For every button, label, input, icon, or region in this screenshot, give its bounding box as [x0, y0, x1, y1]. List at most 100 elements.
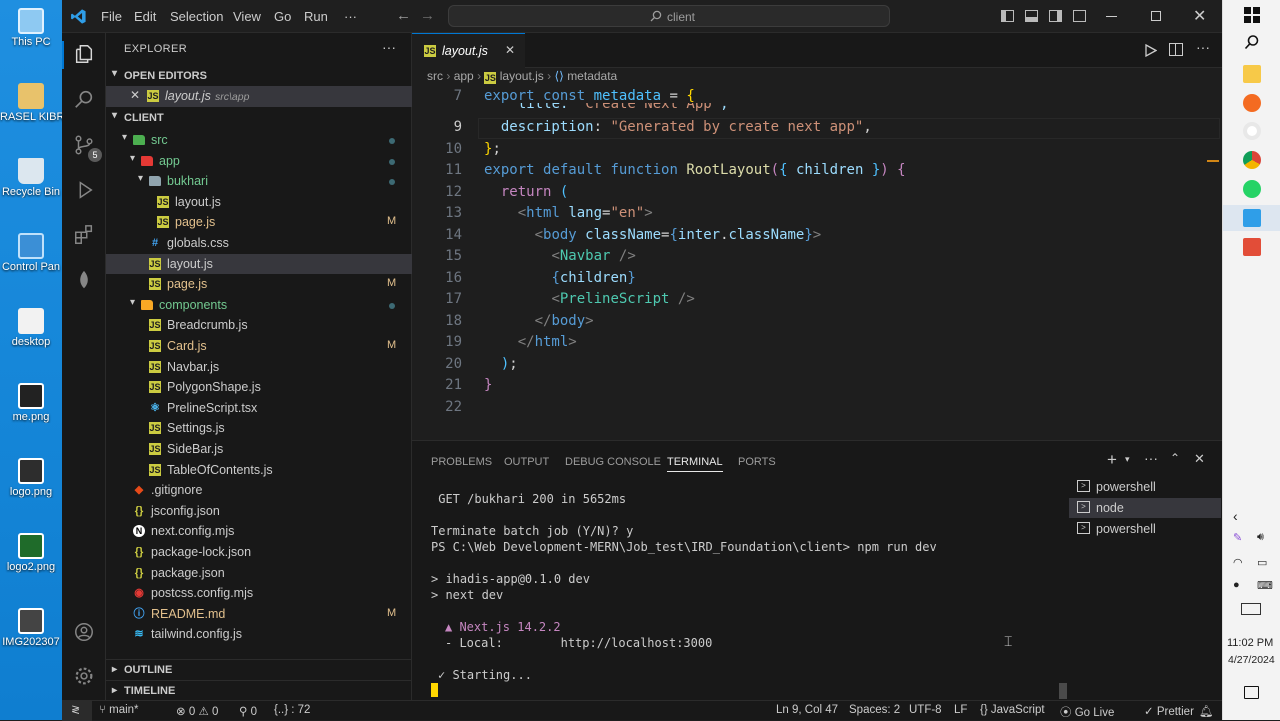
terminal-scrollbar[interactable]	[1059, 683, 1067, 699]
command-center-search[interactable]: client	[448, 5, 890, 27]
code-line[interactable]: 10};	[412, 141, 1222, 163]
breadcrumb-src[interactable]: src	[427, 69, 443, 83]
terminal-list-item[interactable]: > powershell	[1069, 477, 1221, 497]
search-icon[interactable]	[73, 88, 95, 110]
file-item[interactable]: JS PolygonShape.js	[106, 377, 412, 398]
menu-more[interactable]: ···	[344, 9, 357, 24]
code-line[interactable]: 11 export default function RootLayout({ c…	[412, 162, 1222, 184]
code-line[interactable]: 14 <body className={inter.className}>	[412, 227, 1222, 249]
vscode-taskbar-icon[interactable]	[1243, 209, 1261, 227]
explorer-icon[interactable]	[73, 43, 95, 65]
code-line[interactable]: 15 <Navbar />	[412, 248, 1222, 270]
logo-png-shortcut[interactable]: logo.png	[0, 458, 62, 498]
forward-arrow-icon[interactable]: →	[420, 7, 435, 24]
prettier-indicator[interactable]: ✓ Prettier	[1144, 704, 1194, 718]
outline-section[interactable]: ▸ OUTLINE	[106, 659, 412, 679]
code-line[interactable]: 9 description: "Generated by create next…	[412, 119, 1222, 141]
tab-debug-console[interactable]: DEBUG CONSOLE	[565, 456, 661, 468]
file-item[interactable]: ⓘ README.md M	[106, 604, 412, 625]
menu-run[interactable]: Run	[304, 9, 328, 24]
settings-gear-icon[interactable]	[73, 665, 95, 687]
file-item[interactable]: ◉ postcss.config.mjs	[106, 583, 412, 604]
extensions-icon[interactable]	[73, 224, 95, 246]
control-panel-shortcut[interactable]: Control Pan	[0, 233, 62, 273]
code-line[interactable]: 21}	[412, 377, 1222, 399]
tab-layout-js[interactable]: JS layout.js ✕	[412, 33, 525, 68]
toggle-sidebar-icon[interactable]	[1001, 10, 1014, 22]
folder-item[interactable]: ▾ components	[106, 295, 412, 316]
encoding[interactable]: UTF-8	[909, 704, 942, 716]
file-item[interactable]: Nnext.config.mjs	[106, 521, 412, 542]
branch-indicator[interactable]: ⑂ main*	[99, 704, 139, 716]
folder-item[interactable]: ▾ app	[106, 151, 412, 172]
tab-terminal[interactable]: TERMINAL	[667, 456, 723, 472]
menu-go[interactable]: Go	[274, 9, 291, 24]
whatsapp-icon[interactable]	[1243, 180, 1261, 198]
go-live-button[interactable]: ⦿ Go Live	[1060, 704, 1114, 720]
client-root-section[interactable]: ▾ CLIENT	[106, 108, 412, 128]
terminal-list-item[interactable]: > node	[1069, 498, 1221, 518]
file-item[interactable]: {} package-lock.json	[106, 542, 412, 563]
toggle-panel-icon[interactable]	[1025, 10, 1038, 22]
file-item[interactable]: ≋ tailwind.config.js	[106, 624, 412, 645]
search-icon[interactable]	[1244, 34, 1260, 50]
minimize-icon[interactable]	[1106, 16, 1117, 17]
file-item[interactable]: {} package.json	[106, 563, 412, 584]
file-item[interactable]: JS Card.js M	[106, 336, 412, 357]
back-arrow-icon[interactable]: ←	[396, 7, 411, 24]
cursor-position[interactable]: Ln 9, Col 47	[776, 704, 838, 716]
file-item[interactable]: JS page.js M	[106, 274, 412, 295]
chrome-icon[interactable]	[1243, 151, 1261, 169]
img-shortcut[interactable]: IMG202307	[0, 608, 62, 648]
breadcrumb-app[interactable]: app	[454, 69, 474, 83]
remote-indicator[interactable]: ≷	[62, 701, 92, 721]
folder-item[interactable]: ▾ bukhari	[106, 171, 412, 192]
close-window-icon[interactable]: ✕	[1193, 6, 1206, 26]
tab-output[interactable]: OUTPUT	[504, 456, 549, 468]
close-panel-icon[interactable]: ✕	[1194, 451, 1205, 467]
menu-file[interactable]: File	[101, 9, 122, 24]
firefox-icon[interactable]	[1243, 94, 1261, 112]
file-item[interactable]: {} jsconfig.json	[106, 501, 412, 522]
selection-indicator[interactable]: {..} : 72	[274, 704, 310, 716]
code-line[interactable]: 16 {children}	[412, 270, 1222, 292]
menu-view[interactable]: View	[233, 9, 261, 24]
volume-icon[interactable]: 🔊︎	[1257, 531, 1264, 544]
file-item[interactable]: JS Navbar.js	[106, 357, 412, 378]
code-line[interactable]: 19 </html>	[412, 334, 1222, 356]
file-item[interactable]: JS page.js M	[106, 212, 412, 233]
new-terminal-icon[interactable]: +	[1107, 450, 1117, 470]
code-line[interactable]: 18 </body>	[412, 313, 1222, 335]
maximize-panel-icon[interactable]: ⌃	[1170, 451, 1180, 465]
this-pc-shortcut[interactable]: This PC	[0, 8, 62, 48]
clock-time[interactable]: 11:02 PM	[1227, 637, 1273, 649]
pen-icon[interactable]: ✎	[1233, 531, 1242, 544]
more-actions-icon[interactable]: ···	[1196, 39, 1210, 55]
open-editors-section[interactable]: ▾ OPEN EDITORS	[106, 66, 412, 86]
file-item[interactable]: JS Breadcrumb.js	[106, 315, 412, 336]
mongodb-leaf-icon[interactable]	[73, 269, 95, 291]
code-line[interactable]: 17 <PrelineScript />	[412, 291, 1222, 313]
file-item[interactable]: # globals.css	[106, 233, 412, 254]
problems-indicator[interactable]: ⊗ 0 ⚠ 0	[176, 704, 218, 718]
code-line[interactable]: 20 );	[412, 356, 1222, 378]
more-actions-icon[interactable]: ···	[1144, 450, 1158, 466]
file-item[interactable]: ⚛ PrelineScript.tsx	[106, 398, 412, 419]
breadcrumb-file[interactable]: layout.js	[500, 69, 544, 83]
breadcrumb-symbol[interactable]: metadata	[567, 69, 617, 83]
split-editor-icon[interactable]	[1169, 43, 1183, 56]
windows-start-icon[interactable]	[1244, 7, 1260, 23]
maximize-icon[interactable]	[1151, 11, 1161, 21]
language-icon[interactable]: ⌨	[1257, 579, 1273, 592]
menu-edit[interactable]: Edit	[134, 9, 156, 24]
notifications-bell-icon[interactable]: 🔔︎	[1199, 704, 1214, 718]
ports-indicator[interactable]: ⚲ 0	[239, 704, 257, 718]
file-item[interactable]: JS SideBar.js	[106, 439, 412, 460]
notification-center-icon[interactable]	[1244, 686, 1259, 699]
file-item[interactable]: JS Settings.js	[106, 418, 412, 439]
desktop-file-shortcut[interactable]: desktop	[0, 308, 62, 348]
terminal-list-item[interactable]: > powershell	[1069, 519, 1221, 539]
run-icon[interactable]	[1145, 44, 1157, 57]
chevron-left-icon[interactable]: ‹	[1233, 508, 1238, 524]
close-editor-icon[interactable]: ✕	[130, 88, 140, 102]
